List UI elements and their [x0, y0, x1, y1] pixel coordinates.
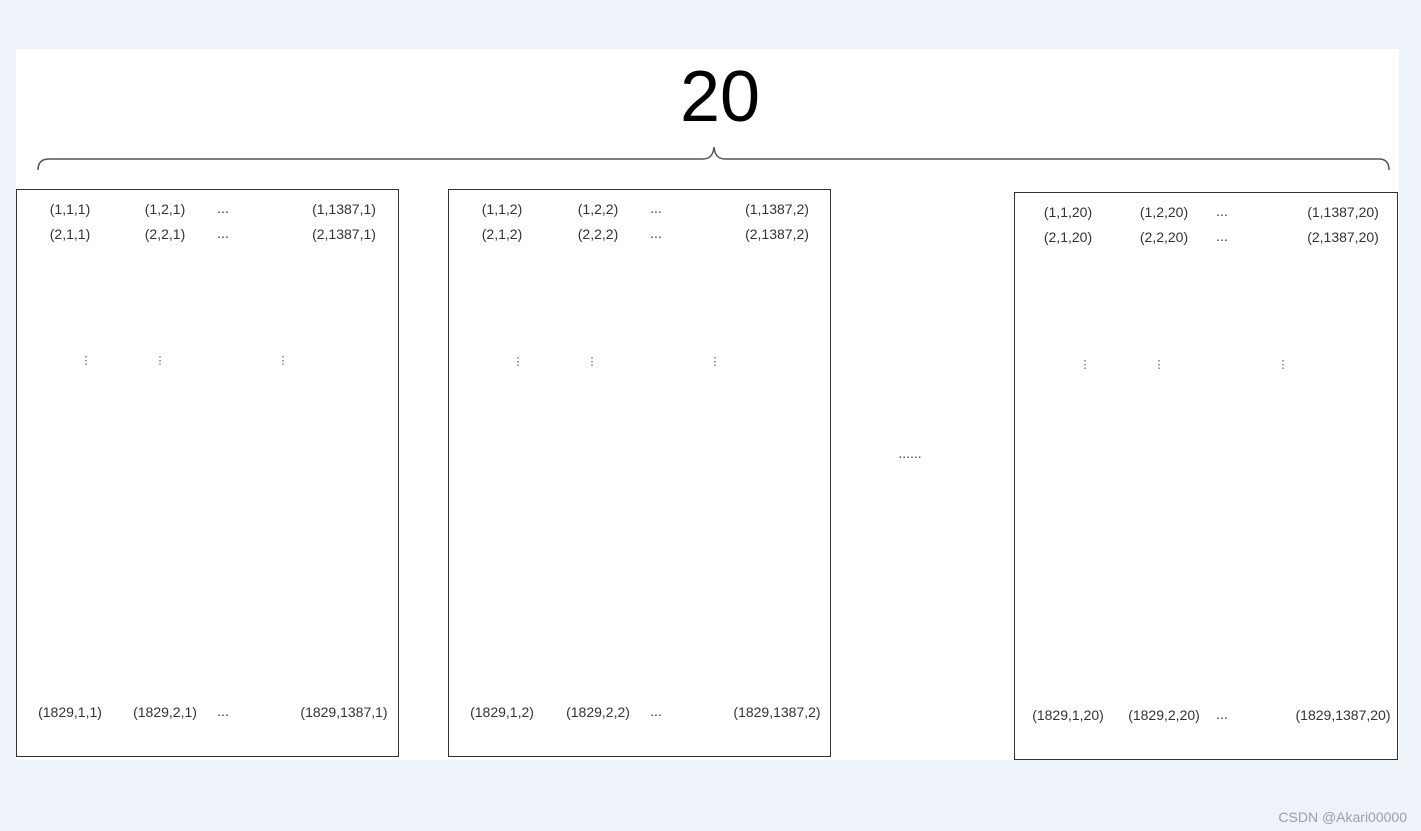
- cell-ellipsis: ...: [217, 225, 229, 241]
- cell: (2,1,2): [481, 226, 523, 242]
- cell: (1,1387,20): [1307, 204, 1379, 220]
- cell: (1,1,20): [1043, 204, 1093, 220]
- cell-ellipsis: ...: [217, 200, 229, 216]
- watermark: CSDN @Akari00000: [1278, 809, 1407, 825]
- cell: (1,1387,2): [745, 201, 809, 217]
- cell: (2,1387,1): [312, 226, 376, 242]
- cell: (2,1387,2): [745, 226, 809, 242]
- cell: (2,1,20): [1043, 229, 1093, 245]
- vertical-ellipsis: ⋮: [277, 355, 289, 367]
- cell: (2,1,1): [49, 226, 91, 242]
- cell: (2,2,1): [144, 226, 186, 242]
- cell: (1829,1,2): [470, 704, 534, 720]
- cell: (1,2,2): [577, 201, 619, 217]
- cell-ellipsis: ...: [650, 225, 662, 241]
- cell-ellipsis: ...: [650, 703, 662, 719]
- cell: (1829,1387,1): [300, 704, 388, 720]
- brace-path: [37, 146, 1390, 171]
- vertical-ellipsis: ⋮: [1153, 359, 1165, 371]
- cell-ellipsis: ...: [650, 200, 662, 216]
- cell-ellipsis: ...: [1216, 228, 1228, 244]
- cell: (1,1,2): [481, 201, 523, 217]
- cell-ellipsis: ...: [217, 703, 229, 719]
- cell: (1,1387,1): [312, 201, 376, 217]
- cell: (1829,2,1): [133, 704, 197, 720]
- matrix-slice-2: (1,1,2) (1,2,2) ... (1,1387,2) (2,1,2) (…: [448, 189, 831, 757]
- vertical-ellipsis: ⋮: [586, 356, 598, 368]
- between-slices-ellipsis: ......: [898, 445, 922, 461]
- vertical-ellipsis: ⋮: [1277, 359, 1289, 371]
- matrix-slice-1: (1,1,1) (1,2,1) ... (1,1387,1) (2,1,1) (…: [16, 189, 399, 757]
- cell: (2,2,20): [1139, 229, 1189, 245]
- cell-ellipsis: ...: [1216, 203, 1228, 219]
- vertical-ellipsis: ⋮: [154, 355, 166, 367]
- vertical-ellipsis: ⋮: [80, 355, 92, 367]
- cell: (1829,2,20): [1128, 707, 1200, 723]
- vertical-ellipsis: ⋮: [1079, 359, 1091, 371]
- cell-ellipsis: ...: [1216, 706, 1228, 722]
- cell: (2,2,2): [577, 226, 619, 242]
- cell: (1829,1,20): [1032, 707, 1104, 723]
- cell: (1829,1387,2): [733, 704, 821, 720]
- cell: (1,2,20): [1139, 204, 1189, 220]
- vertical-ellipsis: ⋮: [512, 356, 524, 368]
- cell: (1,1,1): [49, 201, 91, 217]
- cell: (2,1387,20): [1307, 229, 1379, 245]
- matrix-slice-20: (1,1,20) (1,2,20) ... (1,1387,20) (2,1,2…: [1014, 192, 1398, 760]
- vertical-ellipsis: ⋮: [709, 356, 721, 368]
- cell: (1,2,1): [144, 201, 186, 217]
- cell: (1829,2,2): [566, 704, 630, 720]
- cell: (1829,1387,20): [1295, 707, 1391, 723]
- cell: (1829,1,1): [38, 704, 102, 720]
